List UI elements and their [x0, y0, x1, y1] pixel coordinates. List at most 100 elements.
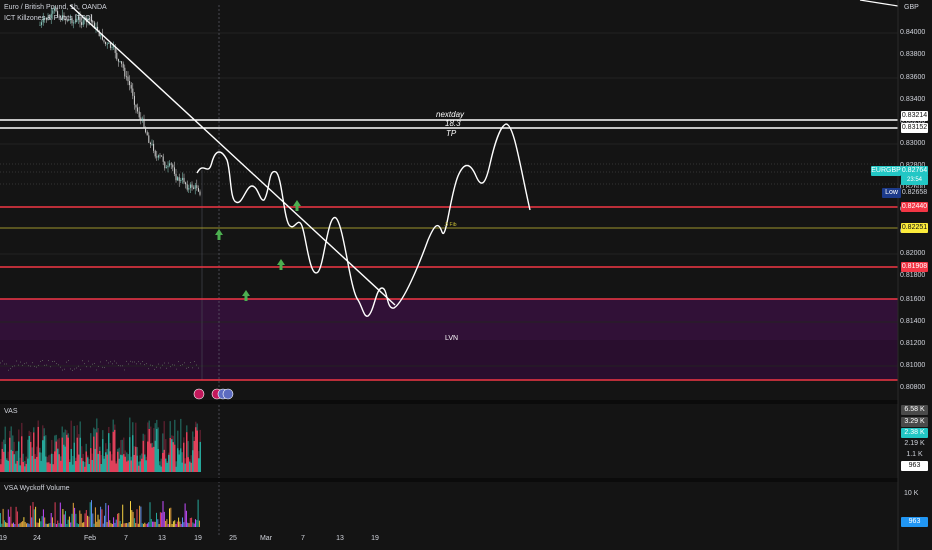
vas-bar	[111, 460, 113, 472]
background-tick	[18, 364, 19, 366]
low-label-tag: Low	[882, 188, 901, 198]
background-tick	[104, 367, 105, 369]
candle-body	[103, 39, 105, 42]
wyckoff-bar	[45, 523, 47, 527]
background-tick	[84, 363, 85, 365]
wyckoff-bar	[55, 523, 57, 527]
candle-body	[189, 184, 191, 189]
symbol-title[interactable]: Euro / British Pound, 1h, OANDA	[4, 4, 107, 11]
wyckoff-bar	[123, 523, 125, 527]
wyckoff-bar	[84, 513, 86, 527]
wyckoff-title[interactable]: VSA Wyckoff Volume	[4, 485, 70, 492]
wyckoff-bar	[71, 513, 73, 527]
currency-label[interactable]: GBP	[904, 4, 919, 11]
wyckoff-bar	[19, 523, 21, 527]
annotation-nextday[interactable]: nextday	[436, 110, 464, 119]
vas-bar	[82, 461, 84, 472]
background-tick	[154, 368, 155, 370]
event-icons[interactable]	[193, 388, 234, 400]
wyckoff-bar	[44, 517, 46, 527]
background-tick	[26, 362, 27, 364]
candle-body	[185, 182, 187, 185]
candle-body	[165, 167, 167, 169]
annotation-lvn[interactable]: LVN	[445, 335, 458, 342]
background-tick	[40, 360, 41, 362]
background-tick	[24, 363, 25, 365]
vas-bar	[153, 446, 155, 472]
candle-body	[197, 188, 199, 192]
candle-body	[137, 107, 139, 112]
wyckoff-bar	[153, 521, 155, 527]
wyckoff-bar	[33, 509, 35, 527]
vas-bar	[169, 437, 171, 472]
chart-canvas[interactable]	[0, 0, 932, 550]
wyckoff-bar	[89, 502, 91, 527]
wyckoff-bar	[31, 517, 33, 527]
candle-body	[167, 165, 169, 168]
indicator-title[interactable]: ICT Killzones & Pivots [TFO]	[4, 15, 93, 22]
price-axis-label: 0.83400	[900, 96, 926, 103]
background-tick	[124, 369, 125, 371]
background-tick	[88, 360, 89, 362]
candle-body	[146, 132, 148, 136]
wyckoff-bar	[39, 518, 40, 527]
candle-body	[41, 22, 43, 25]
candle-body	[105, 41, 107, 45]
vas-bar	[72, 464, 74, 472]
vas-bar	[69, 462, 71, 472]
vas-bar	[63, 444, 65, 472]
wyckoff-bar	[27, 523, 29, 527]
vas-bar	[46, 462, 48, 472]
background-tick	[68, 360, 69, 362]
vas-bar	[90, 448, 92, 472]
candle-body	[181, 177, 183, 180]
wyckoff-bar	[157, 519, 159, 527]
symbol-tag: EURGBP	[871, 166, 901, 176]
background-tick	[78, 365, 79, 367]
price-axis-label: 0.83800	[900, 51, 926, 58]
annotation-tp[interactable]: TP	[446, 129, 456, 138]
vas-bar	[181, 462, 183, 472]
wyckoff-bar	[23, 517, 25, 527]
wyckoff-bar	[80, 513, 82, 527]
candle-body	[162, 156, 164, 162]
vas-bar	[34, 458, 36, 472]
wyckoff-bar	[145, 524, 147, 527]
vas-title[interactable]: VAS	[4, 408, 18, 415]
price-axis-label: 0.84000	[900, 29, 926, 36]
wyckoff-bar	[13, 522, 14, 527]
wyckoff-bar	[5, 522, 7, 527]
vas-bar	[58, 454, 60, 472]
vas-bar	[123, 454, 125, 472]
price-axis-label: 0.83600	[900, 74, 926, 81]
annotation-value[interactable]: 18.3	[445, 119, 461, 128]
background-tick	[64, 368, 65, 370]
vas-bar	[180, 448, 182, 472]
background-tick	[76, 367, 77, 369]
background-tick	[126, 360, 127, 362]
candle-body	[183, 177, 185, 183]
background-tick	[92, 363, 93, 365]
wyckoff-bar	[0, 513, 1, 527]
background-tick	[182, 364, 183, 366]
vas-bar	[28, 435, 30, 472]
wyckoff-bar	[91, 500, 92, 527]
background-tick	[44, 364, 45, 366]
wyckoff-bar	[102, 523, 104, 527]
wyckoff-bar	[111, 523, 113, 527]
wyckoff-bar	[11, 523, 13, 527]
red-level-tag-2: 0.81908	[901, 262, 928, 272]
wyckoff-bar	[185, 510, 187, 527]
price-axis-label: 0.81800	[900, 272, 926, 279]
vas-bar	[112, 431, 114, 472]
wyckoff-bar	[32, 502, 34, 527]
red-level-tag-1: 0.82440	[901, 202, 928, 212]
wyckoff-bar	[187, 522, 189, 527]
time-axis-label: 13	[336, 535, 344, 542]
wyckoff-bar	[18, 523, 20, 527]
wyckoff-bar	[49, 522, 51, 527]
wyckoff-bar	[98, 519, 100, 527]
candle-body	[138, 111, 140, 118]
wyckoff-bar	[163, 511, 165, 527]
wyckoff-bar	[119, 520, 121, 527]
